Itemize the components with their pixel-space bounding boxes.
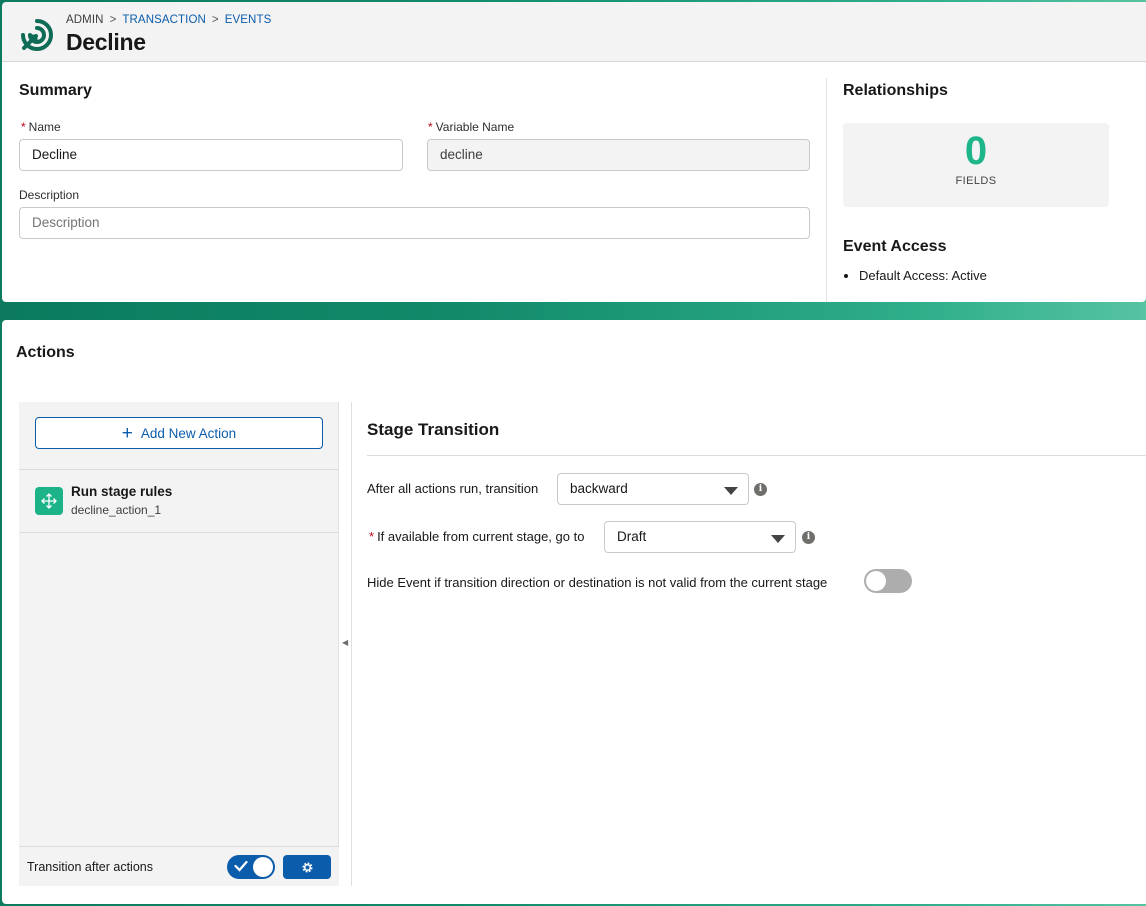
action-list-item[interactable]: Run stage rules decline_action_1 [19,469,339,533]
add-new-action-label: Add New Action [140,425,237,441]
required-marker: * [369,529,375,544]
direction-select[interactable]: backward [557,473,749,505]
gear-icon [301,861,313,873]
toggle-knob [253,857,273,877]
page-title: Decline [66,29,146,55]
action-variable-name: decline_action_1 [71,503,162,517]
add-new-action-button[interactable]: + Add New Action [35,417,323,449]
direction-value: backward [570,481,628,496]
stage-transition-divider [367,455,1146,456]
plus-icon: + [121,422,133,444]
collapse-left-icon[interactable]: ◀ [342,638,348,647]
fields-count-card: 0 FIELDS [843,123,1109,207]
info-icon[interactable]: i [802,531,815,544]
dropdown-caret-icon [724,487,738,495]
actions-heading: Actions [16,344,75,361]
summary-card: Summary * Name Decline * Variable Name dec… [2,62,1146,302]
stage-rules-icon [35,487,63,515]
actions-card: Actions + Add New Action Run stage rules… [2,320,1146,904]
app-logo-icon [21,19,53,51]
summary-heading: Summary [19,82,92,99]
transition-after-actions-label: Transition after actions [27,860,153,874]
name-field[interactable]: Decline [19,139,403,171]
info-icon[interactable]: i [754,483,767,496]
fields-count: 0 [964,129,988,173]
hide-event-toggle[interactable] [864,569,912,593]
destination-select[interactable]: Draft [604,521,796,553]
required-marker: * [21,120,26,134]
action-title: Run stage rules [71,484,173,499]
destination-value: Draft [617,529,647,544]
settings-button[interactable] [283,855,331,879]
checkmark-icon [234,860,248,872]
summary-divider [826,78,827,302]
hide-event-label: Hide Event if transition direction or de… [367,575,828,590]
stage-transition-heading: Stage Transition [367,420,500,439]
description-label: Description [19,188,80,202]
dropdown-caret-icon [771,535,785,543]
actions-footer: Transition after actions [19,846,339,886]
destination-label: * If available from current stage, go to [369,529,585,544]
event-access-item: Default Access: Active [859,268,987,283]
panel-collapse-handle[interactable]: ◀ [340,402,352,886]
description-field[interactable]: Description [19,207,810,239]
breadcrumb-transaction[interactable]: TRANSACTION [122,14,206,26]
variable-name-label: * Variable Name [428,120,515,134]
breadcrumb: ADMIN > TRANSACTION > EVENTS [66,14,272,26]
breadcrumb-admin: ADMIN [66,14,104,26]
toggle-knob [866,571,886,591]
required-marker: * [428,120,433,134]
variable-name-field: decline [427,139,810,171]
name-label: * Name [21,120,61,134]
event-access-list: Default Access: Active [859,268,987,283]
breadcrumb-events[interactable]: EVENTS [225,14,272,26]
fields-count-label: FIELDS [955,175,997,187]
actions-list-panel: + Add New Action Run stage rules decline… [19,402,339,886]
page-header: ADMIN > TRANSACTION > EVENTS Decline [2,2,1146,62]
relationships-heading: Relationships [843,82,948,99]
direction-label: After all actions run, transition [367,481,539,496]
event-access-heading: Event Access [843,238,947,255]
transition-after-actions-toggle[interactable] [227,855,275,879]
